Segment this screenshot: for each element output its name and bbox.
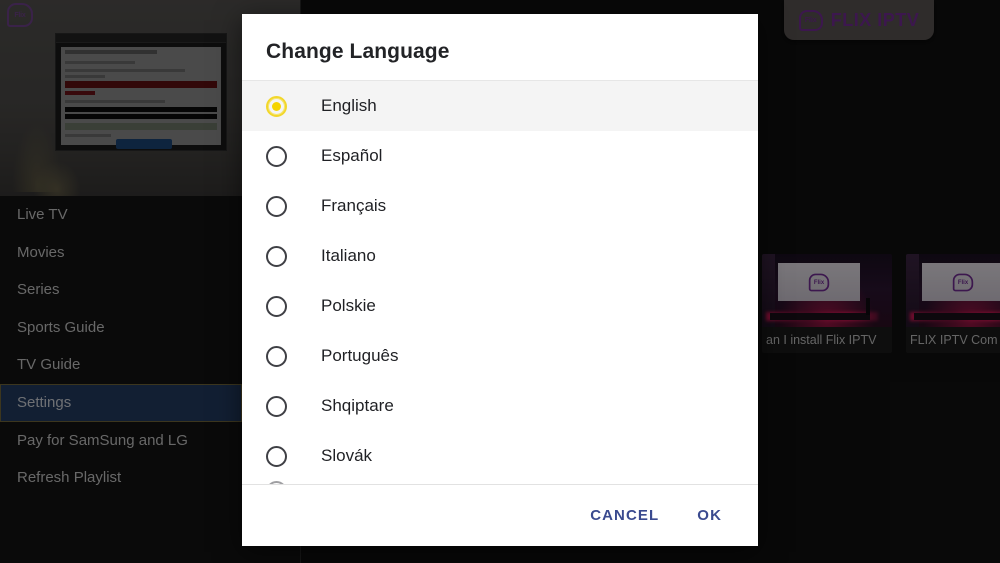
language-option-label: Français	[321, 196, 386, 216]
language-option-list[interactable]: English Español Français Italiano Polski…	[242, 80, 758, 484]
radio-unselected-icon[interactable]	[266, 346, 287, 367]
language-option-label: Slovák	[321, 446, 372, 466]
radio-unselected-icon[interactable]	[266, 196, 287, 217]
language-option-slovak[interactable]: Slovák	[242, 431, 758, 481]
language-option-english[interactable]: English	[242, 81, 758, 131]
change-language-dialog: Change Language English Español Français…	[242, 14, 758, 546]
radio-unselected-icon[interactable]	[266, 296, 287, 317]
cancel-button[interactable]: CANCEL	[578, 497, 671, 534]
ok-button[interactable]: OK	[685, 497, 734, 534]
language-option-label: English	[321, 96, 377, 116]
language-option-label: Polskie	[321, 296, 376, 316]
dialog-action-bar: CANCEL OK	[242, 484, 758, 546]
language-option-shqiptare[interactable]: Shqiptare	[242, 381, 758, 431]
language-option-italiano[interactable]: Italiano	[242, 231, 758, 281]
radio-unselected-icon[interactable]	[266, 146, 287, 167]
language-option-partial[interactable]	[242, 481, 758, 484]
language-option-francais[interactable]: Français	[242, 181, 758, 231]
radio-unselected-icon[interactable]	[266, 246, 287, 267]
language-option-portugues[interactable]: Português	[242, 331, 758, 381]
language-option-espanol[interactable]: Español	[242, 131, 758, 181]
radio-unselected-icon[interactable]	[266, 446, 287, 467]
radio-unselected-icon[interactable]	[266, 481, 287, 484]
radio-unselected-icon[interactable]	[266, 396, 287, 417]
language-option-label: Shqiptare	[321, 396, 394, 416]
language-option-label: Italiano	[321, 246, 376, 266]
dialog-title: Change Language	[242, 14, 758, 80]
radio-selected-icon[interactable]	[266, 96, 287, 117]
language-option-label: Español	[321, 146, 382, 166]
language-option-label: Português	[321, 346, 399, 366]
app-screen: Flix Live TV Movies Series Sports Guide …	[0, 0, 1000, 563]
language-option-polskie[interactable]: Polskie	[242, 281, 758, 331]
